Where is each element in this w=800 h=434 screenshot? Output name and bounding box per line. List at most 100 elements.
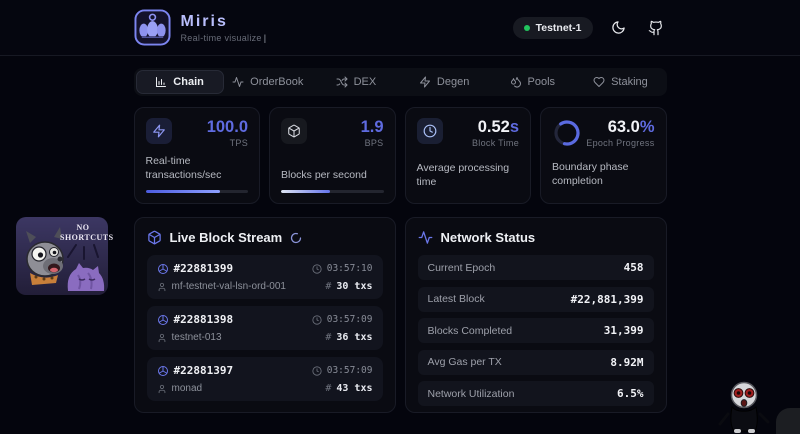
status-label: Avg Gas per TX: [428, 356, 502, 368]
validator-user-icon: [157, 282, 167, 292]
clock-icon: [312, 366, 322, 376]
stats-row: 100.0 TPS Real-time transactions/sec 1.9…: [134, 107, 667, 204]
tab-label: DEX: [354, 76, 377, 88]
network-badge-label: Testnet-1: [536, 22, 582, 34]
status-value: 6.5%: [617, 387, 644, 400]
tx-count: 43 txs: [336, 383, 372, 394]
bar-chart-icon: [155, 76, 167, 88]
tab-degen[interactable]: Degen: [400, 70, 488, 94]
bps-progress-fill: [281, 190, 330, 194]
status-list: Current Epoch 458 Latest Block #22,881,3…: [418, 255, 654, 406]
activity-pulse-icon: [418, 230, 433, 245]
clock-icon: [312, 315, 322, 325]
github-icon: [648, 20, 664, 36]
validator-user-icon: [157, 384, 167, 394]
loader-spinner-icon: [290, 232, 302, 244]
clock-icon: [312, 264, 322, 274]
validator-name: testnet-013: [172, 332, 222, 343]
bps-progress-track: [281, 190, 384, 194]
epoch-unit: Epoch Progress: [586, 138, 654, 148]
tab-label: Staking: [611, 76, 648, 88]
droplets-icon: [510, 76, 522, 88]
network-status-title: Network Status: [441, 230, 536, 245]
tps-progress-fill: [146, 190, 221, 194]
app-header: Miris Real-time visualize| Testnet-1: [0, 0, 800, 55]
epoch-progress-ring: [552, 118, 582, 148]
github-button[interactable]: [645, 17, 667, 39]
bps-value: 1.9: [361, 118, 384, 136]
block-time: 03:57:10: [327, 263, 373, 274]
stat-card-tps: 100.0 TPS Real-time transactions/sec: [134, 107, 261, 204]
tps-value: 100.0: [207, 118, 248, 136]
block-list: #22881399 03:57:10 mf-testnet-val-lsn-or…: [147, 255, 383, 401]
activity-icon: [232, 76, 244, 88]
block-sphere-icon: [157, 263, 169, 275]
block-cube-icon: [147, 230, 162, 245]
tab-label: OrderBook: [250, 76, 303, 88]
page-title: Miris: [181, 13, 267, 31]
hash-symbol: #: [325, 332, 331, 343]
status-value: 8.92M: [610, 356, 643, 369]
tab-chain[interactable]: Chain: [136, 70, 224, 94]
tx-count: 30 txs: [336, 281, 372, 292]
tab-label: Pools: [528, 76, 556, 88]
header-divider: [0, 55, 800, 56]
network-status-panel: Network Status Current Epoch 458 Latest …: [405, 217, 667, 413]
tab-label: Chain: [173, 76, 204, 88]
epoch-value: 63.0: [608, 118, 640, 136]
tab-orderbook[interactable]: OrderBook: [224, 70, 312, 94]
cube-icon: [281, 118, 307, 144]
status-value: 458: [624, 261, 644, 274]
tps-unit: TPS: [207, 138, 248, 148]
status-label: Blocks Completed: [428, 325, 513, 337]
clock-icon: [417, 118, 443, 144]
status-row-utilization: Network Utilization 6.5%: [418, 381, 654, 406]
zap-icon: [419, 76, 431, 88]
validator-user-icon: [157, 333, 167, 343]
blocktime-caption: Average processing time: [417, 161, 520, 189]
stat-card-blocktime: 0.52s Block Time Average processing time: [405, 107, 532, 204]
tab-staking[interactable]: Staking: [576, 70, 664, 94]
block-number: #22881399: [174, 262, 234, 275]
theme-toggle-button[interactable]: [608, 17, 630, 39]
status-row-current-epoch: Current Epoch 458: [418, 255, 654, 280]
status-label: Network Utilization: [428, 388, 515, 400]
hash-symbol: #: [325, 383, 331, 394]
tab-pools[interactable]: Pools: [488, 70, 576, 94]
typing-cursor: |: [264, 33, 267, 43]
no-shortcuts-text: NO SHORTCUTS: [60, 223, 106, 242]
block-sphere-icon: [157, 365, 169, 377]
app-logo-icon: [134, 9, 171, 46]
bps-unit: BPS: [361, 138, 384, 148]
block-list-item[interactable]: #22881397 03:57:09 monad #: [147, 357, 383, 401]
status-dot: [524, 25, 530, 31]
block-time: 03:57:09: [327, 314, 373, 325]
validator-name: monad: [172, 383, 203, 394]
app-root: { "header": { "app_name": "Miris", "subt…: [0, 0, 800, 434]
epoch-caption: Boundary phase completion: [552, 160, 647, 188]
main-panels: Live Block Stream #22881399 03:57:10: [134, 217, 667, 413]
zap-icon: [146, 118, 172, 144]
tps-progress-track: [146, 190, 249, 194]
no-shortcuts-sticker: NO SHORTCUTS: [16, 217, 108, 295]
status-label: Current Epoch: [428, 262, 496, 274]
stat-card-epoch: 63.0% Epoch Progress Boundary phase comp…: [540, 107, 667, 204]
block-number: #22881398: [174, 313, 234, 326]
block-list-item[interactable]: #22881399 03:57:10 mf-testnet-val-lsn-or…: [147, 255, 383, 299]
shuffle-icon: [336, 76, 348, 88]
moon-icon: [611, 20, 626, 35]
live-block-stream-title: Live Block Stream: [170, 230, 283, 245]
validator-name: mf-testnet-val-lsn-ord-001: [172, 281, 286, 292]
main-tabbar: Chain OrderBook DEX Degen Pools Staking: [134, 68, 667, 96]
status-value: #22,881,399: [571, 293, 644, 306]
block-list-item[interactable]: #22881398 03:57:09 testnet-013: [147, 306, 383, 350]
tab-label: Degen: [437, 76, 469, 88]
block-number: #22881397: [174, 364, 234, 377]
tab-dex[interactable]: DEX: [312, 70, 400, 94]
live-block-stream-panel: Live Block Stream #22881399 03:57:10: [134, 217, 396, 413]
status-value: 31,399: [604, 324, 644, 337]
network-badge[interactable]: Testnet-1: [513, 17, 593, 39]
corner-widget-button[interactable]: [776, 408, 800, 434]
block-sphere-icon: [157, 314, 169, 326]
status-row-latest-block: Latest Block #22,881,399: [418, 287, 654, 312]
